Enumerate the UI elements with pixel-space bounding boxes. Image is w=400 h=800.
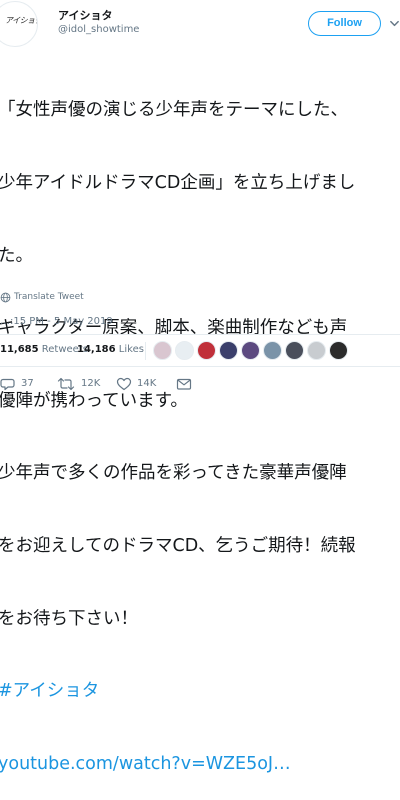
- globe-icon: [0, 292, 11, 303]
- follow-button[interactable]: Follow: [308, 11, 381, 36]
- retweet-icon: [57, 377, 75, 391]
- tweet-text-line: 少年声で多くの作品を彩ってきた豪華声優陣: [0, 463, 347, 484]
- divider: [0, 334, 400, 335]
- display-name[interactable]: アイショタ: [58, 7, 112, 23]
- liker-avatar[interactable]: [175, 341, 194, 360]
- engagement-stats: 11,685 Retweets 14,186 Likes: [0, 341, 400, 363]
- tweet-text-line: 少年アイドルドラマCD企画」を立ち上げまし: [0, 173, 356, 193]
- avatar-logo-text: アイショタ: [5, 16, 37, 25]
- liker-avatar[interactable]: [285, 341, 304, 360]
- likes-label: Likes: [118, 344, 144, 355]
- liker-avatar[interactable]: [197, 341, 216, 360]
- heart-icon: [116, 377, 132, 391]
- likes-stat[interactable]: 14,186 Likes: [77, 344, 144, 355]
- liker-avatar[interactable]: [307, 341, 326, 360]
- chevron-down-icon[interactable]: [389, 18, 400, 29]
- retweets-stat[interactable]: 11,685 Retweets: [0, 344, 88, 355]
- envelope-icon: [176, 378, 192, 390]
- user-handle[interactable]: @idol_showtime: [58, 24, 139, 35]
- retweet-count: 12K: [81, 378, 101, 389]
- reply-count: 37: [21, 378, 34, 389]
- tweet-text: 「女性声優の演じる少年声をテーマにした、 少年アイドルドラマCD企画」を立ち上げ…: [0, 50, 400, 800]
- youtube-link[interactable]: youtube.com/watch?v=WZE5oJ…: [0, 752, 400, 776]
- avatar[interactable]: アイショタ: [0, 1, 38, 47]
- tweet-timestamp[interactable]: …:15 PM - 5 May 2019: [0, 316, 113, 327]
- like-count: 14K: [137, 378, 157, 389]
- tweet-text-line: をお迎えしてのドラマCD、乞うご期待！続報: [0, 535, 356, 556]
- liker-avatar[interactable]: [153, 341, 172, 360]
- liker-avatar[interactable]: [219, 341, 238, 360]
- tweet-header: アイショタ アイショタ @idol_showtime Follow: [0, 0, 400, 52]
- tweet-text-line: た。: [0, 245, 33, 266]
- liker-avatar[interactable]: [241, 341, 260, 360]
- translate-label: Translate Tweet: [14, 292, 84, 302]
- divider: [145, 342, 146, 360]
- hashtag-link[interactable]: #アイショタ: [0, 679, 400, 703]
- tweet-text-line: 「女性声優の演じる少年声をテーマにした、: [0, 100, 348, 121]
- tweet-actions: 37 12K 14K: [0, 372, 400, 396]
- reply-icon: [0, 378, 15, 391]
- liker-avatar[interactable]: [329, 341, 348, 360]
- retweets-count: 11,685: [0, 344, 39, 355]
- liker-avatar[interactable]: [263, 341, 282, 360]
- likes-count: 14,186: [77, 344, 116, 355]
- tweet-text-line: をお待ち下さい！: [0, 608, 138, 629]
- divider: [0, 366, 400, 367]
